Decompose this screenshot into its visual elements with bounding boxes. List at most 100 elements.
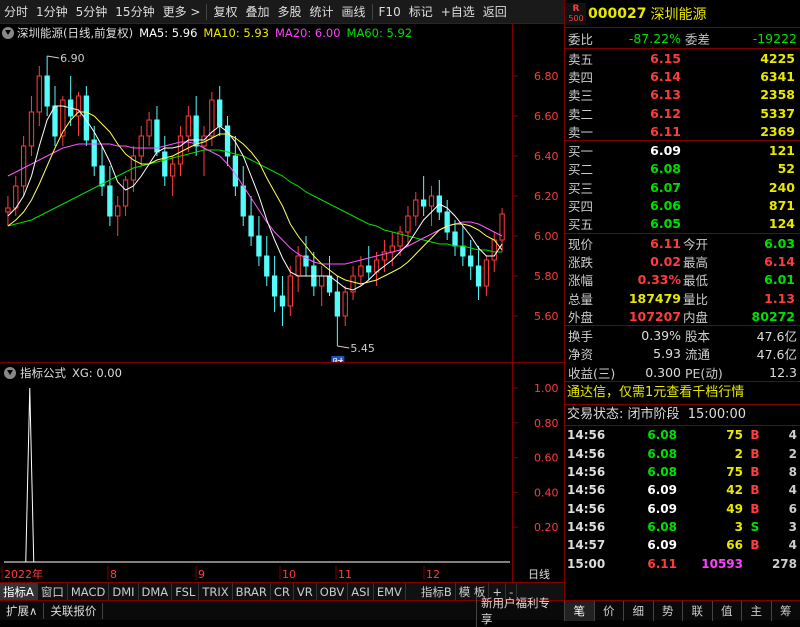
- sell-row: 卖三6.132358: [565, 86, 800, 104]
- toolbar-btn-7[interactable]: 多股: [273, 0, 305, 24]
- stock-code: 000027: [588, 6, 646, 22]
- panel-tab-4[interactable]: 联: [682, 601, 712, 621]
- toolbar-btn-3[interactable]: 15分钟: [111, 0, 158, 24]
- related-quote-button[interactable]: 关联报价: [44, 603, 103, 619]
- candle-body: [453, 232, 457, 246]
- sell-row: 卖四6.146341: [565, 67, 800, 85]
- candle-body: [280, 296, 284, 306]
- panel-tab-3[interactable]: 势: [653, 601, 683, 621]
- indicator-tab-1[interactable]: 窗口: [38, 583, 68, 601]
- candle-body: [327, 276, 331, 292]
- indicator-tab-8[interactable]: CR: [271, 583, 294, 601]
- high-price-label: 6.90: [60, 52, 85, 65]
- candle-body: [241, 186, 245, 216]
- panel-tab-6[interactable]: 主: [741, 601, 771, 621]
- toolbar-btn-12[interactable]: +自选: [437, 0, 479, 24]
- indicator-tab-3[interactable]: DMI: [109, 583, 138, 601]
- pane-divider[interactable]: [0, 362, 564, 363]
- level2-promo[interactable]: 通达信，仅需1元查看千档行情: [565, 382, 800, 404]
- tick-row: 14:566.082B2: [565, 445, 800, 463]
- indicator-tab-6[interactable]: TRIX: [199, 583, 232, 601]
- indicator-tab-12[interactable]: EMV: [374, 583, 406, 601]
- fundamental-row: 换手0.39%股本47.6亿: [565, 326, 800, 344]
- chart-toolbar: 分时1分钟5分钟15分钟更多 >复权叠加多股统计画线F10标记+自选返回: [0, 0, 564, 24]
- ind-y-tick-label: 0.20: [534, 521, 559, 534]
- buy-price: 6.05: [603, 216, 681, 231]
- y-tick-label: 5.60: [534, 310, 559, 323]
- toolbar-btn-5[interactable]: 复权: [209, 0, 241, 24]
- indicator-chart[interactable]: 1.000.800.600.400.20: [0, 382, 564, 566]
- toolbar-btn-11[interactable]: 标记: [405, 0, 437, 24]
- indicator-tab-0[interactable]: 指标A: [0, 583, 38, 601]
- ma10-line: [8, 112, 502, 284]
- indicator-tab-10[interactable]: OBV: [317, 583, 348, 601]
- toolbar-btn-13[interactable]: 返回: [479, 0, 511, 24]
- panel-tab-1[interactable]: 价: [594, 601, 624, 621]
- stat-row: 涨幅0.33%最低6.01: [565, 271, 800, 289]
- expand-button[interactable]: 扩展∧: [0, 603, 44, 619]
- toolbar-btn-9[interactable]: 画线: [338, 0, 370, 24]
- candle-body: [163, 152, 167, 176]
- candle-body: [343, 292, 347, 316]
- candle-body: [272, 276, 276, 296]
- order-ratio: -87.22%: [601, 31, 681, 46]
- tick-row: 14:566.083S3: [565, 518, 800, 536]
- ma60-line: [8, 150, 502, 252]
- chart-menu-icon[interactable]: [2, 27, 14, 39]
- kline-chart[interactable]: 6.806.606.406.206.005.805.606.905.45财: [0, 42, 564, 362]
- candle-body: [406, 216, 410, 232]
- status-bar: 扩展∧ 关联报价 新用户福利专享 笔价细势联值主筹: [0, 600, 800, 620]
- candle-body: [249, 216, 253, 236]
- ma5-line: [8, 106, 502, 290]
- sell-row: 卖二6.125337: [565, 104, 800, 122]
- indicator-tab-4[interactable]: DMA: [139, 583, 173, 601]
- toolbar-btn-0[interactable]: 分时: [0, 0, 32, 24]
- indicator-menu-icon[interactable]: [4, 367, 16, 379]
- tick-row: 14:576.0966B4: [565, 536, 800, 554]
- buy-price: 6.07: [603, 180, 681, 195]
- sell-volume: 6341: [681, 69, 795, 84]
- x-tick-label: 2022年: [4, 567, 43, 581]
- candle-body: [116, 206, 120, 216]
- indicator-tab-9[interactable]: VR: [294, 583, 317, 601]
- indicator-info-line: 指标公式 XG: 0.00: [0, 364, 122, 382]
- period-label[interactable]: 日线: [528, 567, 550, 581]
- panel-tab-2[interactable]: 细: [623, 601, 653, 621]
- candle-body: [170, 164, 174, 176]
- toolbar-btn-2[interactable]: 5分钟: [72, 0, 112, 24]
- panel-tab-7[interactable]: 筹: [771, 601, 800, 621]
- panel-tab-0[interactable]: 笔: [564, 601, 594, 621]
- toolbar-btn-4[interactable]: 更多 >: [159, 0, 205, 24]
- sell-price: 6.15: [603, 51, 681, 66]
- new-user-promo-link[interactable]: 新用户福利专享: [476, 595, 564, 627]
- indicator-tab-5[interactable]: FSL: [172, 583, 199, 601]
- toolbar-btn-6[interactable]: 叠加: [241, 0, 273, 24]
- indicator-tab-13[interactable]: 指标B: [418, 583, 456, 601]
- indicator-tab-2[interactable]: MACD: [68, 583, 109, 601]
- order-ratio-row: 委比 -87.22% 委差 -19222: [565, 28, 800, 48]
- ma10-value: MA10: 5.93: [203, 26, 269, 40]
- indicator-tab-7[interactable]: BRAR: [233, 583, 271, 601]
- toolbar-btn-8[interactable]: 统计: [306, 0, 338, 24]
- sell-price: 6.14: [603, 69, 681, 84]
- indicator-tab-11[interactable]: ASI: [348, 583, 374, 601]
- candle-body: [484, 260, 488, 286]
- sell-volume: 5337: [681, 106, 795, 121]
- buy-row: 买五6.05124: [565, 215, 800, 233]
- buy-volume: 124: [681, 216, 795, 231]
- candle-body: [45, 76, 49, 106]
- toolbar-btn-1[interactable]: 1分钟: [32, 0, 72, 24]
- sell-price: 6.12: [603, 106, 681, 121]
- candle-body: [265, 256, 269, 276]
- candle-body: [147, 120, 151, 136]
- y-tick-label: 6.20: [534, 190, 559, 203]
- panel-tab-5[interactable]: 值: [712, 601, 742, 621]
- buy-orders: 买一6.09121买二6.0852买三6.07240买四6.06871买五6.0…: [565, 141, 800, 232]
- toolbar-btn-10[interactable]: F10: [375, 0, 405, 24]
- buy-volume: 121: [681, 143, 795, 158]
- tick-list[interactable]: 14:566.0875B414:566.082B214:566.0875B814…: [565, 426, 800, 572]
- buy-volume: 240: [681, 180, 795, 195]
- candle-body: [178, 136, 182, 164]
- ind-y-tick-label: 0.40: [534, 486, 559, 499]
- candle-body: [335, 292, 339, 316]
